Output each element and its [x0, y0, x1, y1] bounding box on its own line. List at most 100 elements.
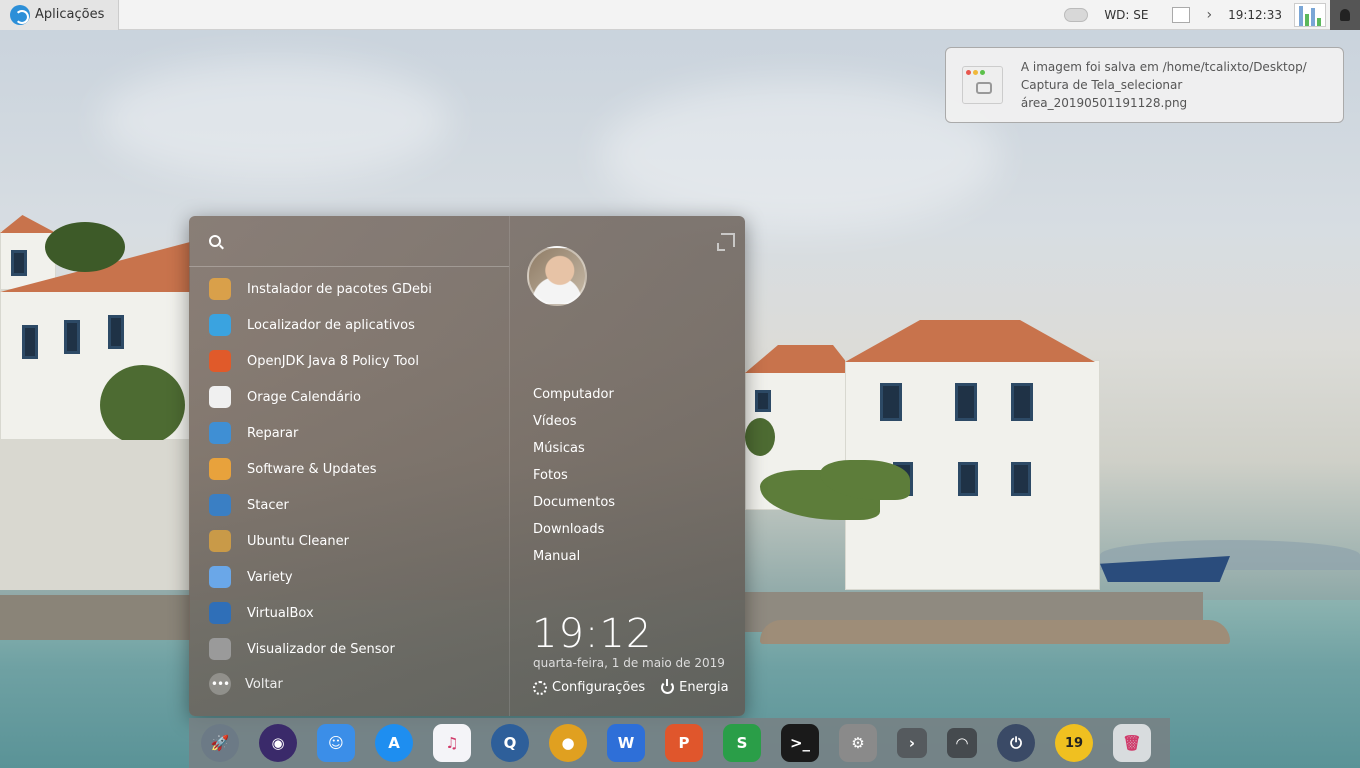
- software-updates-icon: [209, 458, 231, 480]
- window: [1011, 462, 1031, 496]
- app-store-icon[interactable]: A: [375, 724, 413, 762]
- roof: [0, 215, 56, 233]
- calendar-icon: [209, 386, 231, 408]
- settings-button[interactable]: Configurações: [533, 680, 645, 695]
- places-list: Computador Vídeos Músicas Fotos Documentos Do…: [533, 381, 615, 570]
- app-item[interactable]: Software & Updates: [189, 451, 509, 487]
- fullscreen-toggle-icon[interactable]: [717, 233, 735, 251]
- bell-icon: [1340, 9, 1350, 21]
- window: [755, 390, 771, 412]
- app-item-label: Software & Updates: [247, 461, 377, 477]
- camera-icon: [976, 82, 992, 94]
- app-item-label: Ubuntu Cleaner: [247, 533, 349, 549]
- app-item[interactable]: VirtualBox: [189, 595, 509, 631]
- roof: [745, 345, 855, 373]
- chrome-icon[interactable]: ●: [549, 724, 587, 762]
- place-item[interactable]: Músicas: [533, 435, 615, 462]
- app-item[interactable]: Stacer: [189, 487, 509, 523]
- app-item[interactable]: Reparar: [189, 415, 509, 451]
- screenshot-notification[interactable]: A imagem foi salva em /home/tcalixto/Des…: [945, 47, 1344, 123]
- clipboard-button[interactable]: [1164, 0, 1198, 30]
- clock-label[interactable]: 19:12:33: [1220, 0, 1290, 30]
- java-icon: [209, 350, 231, 372]
- app-item[interactable]: Ubuntu Cleaner: [189, 523, 509, 559]
- user-avatar[interactable]: [527, 246, 587, 306]
- cloud-shape: [600, 80, 1000, 230]
- pier: [0, 595, 190, 640]
- tree: [45, 222, 125, 272]
- tree: [745, 418, 775, 456]
- trash-icon[interactable]: 🗑: [1113, 724, 1151, 762]
- back-button[interactable]: ••• Voltar: [189, 667, 509, 701]
- app-item[interactable]: OpenJDK Java 8 Policy Tool: [189, 343, 509, 379]
- launcher-side-panel: Computador Vídeos Músicas Fotos Documentos Do…: [510, 216, 745, 716]
- app-item-label: Stacer: [247, 497, 289, 513]
- gear-icon: [533, 680, 547, 695]
- settings-label: Configurações: [552, 680, 646, 695]
- place-item[interactable]: Downloads: [533, 516, 615, 543]
- broom-icon: [209, 530, 231, 552]
- weather-widget[interactable]: [1056, 0, 1096, 30]
- dock: 🚀 ◉ ☺ A ♫ Q ● W P S >_ ⚙ › ◠ ⏻ 19 🗑: [189, 718, 1170, 768]
- app-item[interactable]: Variety: [189, 559, 509, 595]
- window: [880, 383, 902, 421]
- app-item[interactable]: Orage Calendário: [189, 379, 509, 415]
- window: [11, 250, 27, 276]
- launcher-clock: 19:12: [532, 611, 653, 657]
- app-item-label: VirtualBox: [247, 605, 314, 621]
- launcher-app-panel: Instalador de pacotes GDebi Localizador d…: [189, 216, 510, 716]
- stone-wall: [0, 440, 190, 590]
- wifi-icon[interactable]: ◠: [947, 728, 977, 758]
- place-item[interactable]: Documentos: [533, 489, 615, 516]
- system-monitor-widget[interactable]: [1290, 0, 1330, 30]
- app-item-label: Localizador de aplicativos: [247, 317, 415, 333]
- launcher-actions: Configurações Energia: [533, 679, 729, 695]
- search-icon: [209, 235, 221, 247]
- cloud-icon: [1064, 8, 1089, 22]
- window: [1011, 383, 1033, 421]
- notifications-button[interactable]: [1330, 0, 1360, 30]
- cpu-graph-icon: [1294, 3, 1326, 27]
- wps-presentation-icon[interactable]: P: [665, 724, 703, 762]
- app-item[interactable]: Visualizador de Sensor: [189, 631, 509, 667]
- app-item-label: Variety: [247, 569, 293, 585]
- launcher-date: quarta-feira, 1 de maio de 2019: [533, 656, 725, 670]
- quicktime-icon[interactable]: Q: [491, 724, 529, 762]
- power-button[interactable]: Energia: [661, 679, 729, 695]
- tray-expand-button[interactable]: ›: [1198, 0, 1220, 30]
- notification-text: A imagem foi salva em /home/tcalixto/Des…: [1021, 58, 1343, 112]
- wps-spreadsheet-icon[interactable]: S: [723, 724, 761, 762]
- back-label: Voltar: [245, 676, 283, 692]
- terminal-icon[interactable]: >_: [781, 724, 819, 762]
- system-tray: WD: SE › 19:12:33: [1056, 0, 1360, 30]
- rocks: [760, 620, 1230, 644]
- finder-icon[interactable]: ☺: [317, 724, 355, 762]
- system-settings-icon[interactable]: ⚙: [839, 724, 877, 762]
- siri-icon[interactable]: ◉: [259, 724, 297, 762]
- power-icon: [661, 679, 675, 694]
- clock-widget-icon[interactable]: 19: [1055, 724, 1093, 762]
- place-item[interactable]: Computador: [533, 381, 615, 408]
- place-item[interactable]: Manual: [533, 543, 615, 570]
- app-list: Instalador de pacotes GDebi Localizador d…: [189, 267, 509, 667]
- launcher-menu: Instalador de pacotes GDebi Localizador d…: [189, 216, 745, 716]
- app-item-label: OpenJDK Java 8 Policy Tool: [247, 353, 419, 369]
- window: [22, 325, 38, 359]
- launcher-rocket-icon[interactable]: 🚀: [201, 724, 239, 762]
- power-label: Energia: [679, 680, 729, 695]
- wps-writer-icon[interactable]: W: [607, 724, 645, 762]
- dock-expand-icon[interactable]: ›: [897, 728, 927, 758]
- app-item[interactable]: Instalador de pacotes GDebi: [189, 271, 509, 307]
- virtualbox-icon: [209, 602, 231, 624]
- place-item[interactable]: Vídeos: [533, 408, 615, 435]
- variety-icon: [209, 566, 231, 588]
- window: [108, 315, 124, 349]
- stacer-icon: [209, 494, 231, 516]
- app-item-label: Reparar: [247, 425, 299, 441]
- power-button-icon[interactable]: ⏻: [997, 724, 1035, 762]
- music-icon[interactable]: ♫: [433, 724, 471, 762]
- app-item[interactable]: Localizador de aplicativos: [189, 307, 509, 343]
- applications-menu-button[interactable]: Aplicações: [0, 0, 120, 30]
- place-item[interactable]: Fotos: [533, 462, 615, 489]
- search-input[interactable]: [231, 233, 481, 249]
